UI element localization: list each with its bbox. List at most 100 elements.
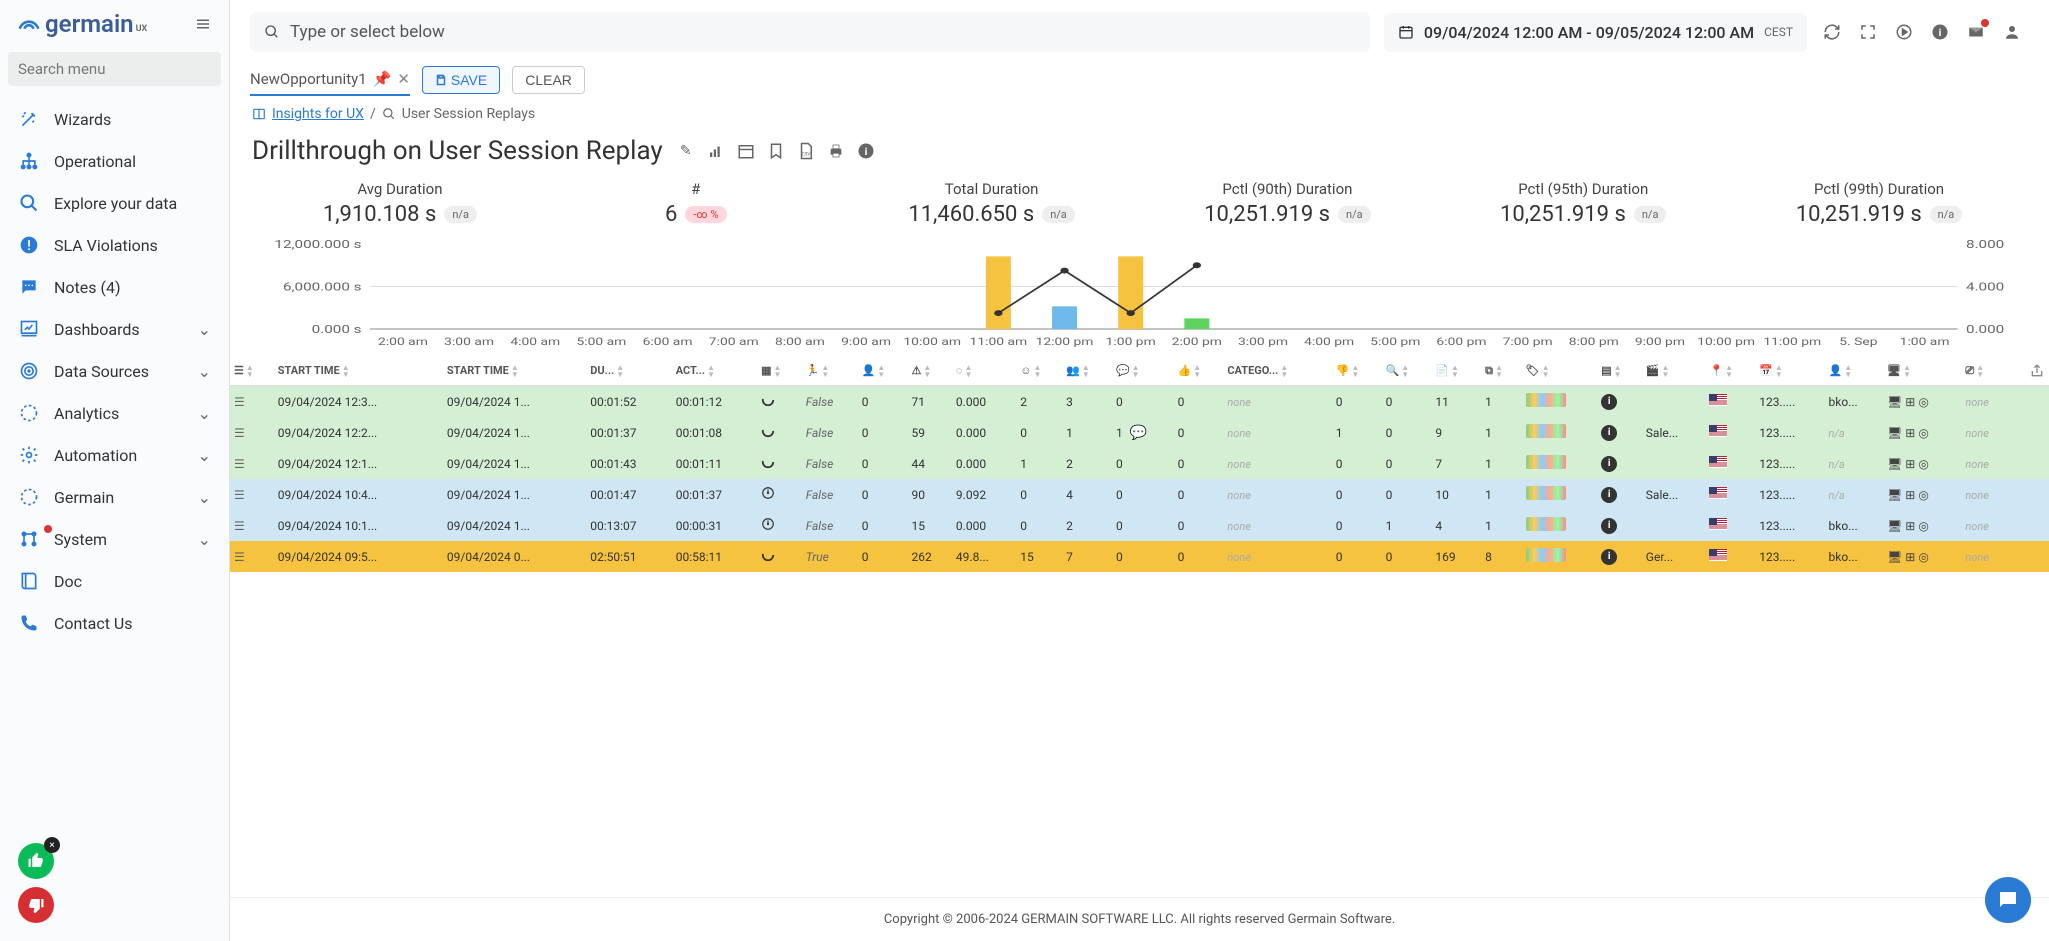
col-person[interactable]: 👤▲▼: [858, 357, 908, 386]
sort-icon[interactable]: ▲▼: [1401, 364, 1409, 378]
col-dev[interactable]: ⎚▲▼: [1961, 357, 2011, 386]
sort-icon[interactable]: ▲▼: [1775, 364, 1783, 378]
nav-item-germain[interactable]: Germain⌄: [0, 476, 229, 518]
nav-item-system[interactable]: System⌄: [0, 518, 229, 560]
sort-icon[interactable]: ▲▼: [1352, 364, 1360, 378]
col-face[interactable]: ☺▲▼: [1016, 357, 1062, 386]
inbox-icon[interactable]: [1965, 21, 1987, 43]
tab-newopportunity1[interactable]: NewOpportunity1 📌 ✕: [250, 64, 410, 96]
bars-icon[interactable]: [707, 142, 725, 160]
col-file[interactable]: 📄▲▼: [1431, 357, 1481, 386]
sort-icon[interactable]: ▲▼: [1193, 364, 1201, 378]
col-server[interactable]: ▦▲▼: [757, 357, 802, 386]
sort-icon[interactable]: ▲▼: [707, 364, 715, 378]
nav-item-doc[interactable]: Doc: [0, 560, 229, 602]
col-start-time[interactable]: START TIME▲▼: [274, 357, 443, 386]
col-thumb[interactable]: 👍▲▼: [1174, 357, 1224, 386]
sort-icon[interactable]: ▲▼: [774, 364, 782, 378]
col-tag[interactable]: 🏷▲▼: [1522, 357, 1598, 386]
col-menu[interactable]: ☰▲▼: [230, 357, 274, 386]
sort-icon[interactable]: ▲▼: [1662, 364, 1670, 378]
col-duration[interactable]: DU...▲▼: [586, 357, 671, 386]
col-person2[interactable]: 👥▲▼: [1062, 357, 1112, 386]
col-monitor[interactable]: 🖥▲▼: [1883, 357, 1961, 386]
search-menu-input[interactable]: Search menu: [8, 52, 221, 86]
sort-icon[interactable]: ▲▼: [511, 364, 519, 378]
col-spinner[interactable]: ◌▲▼: [952, 357, 1016, 386]
sort-icon[interactable]: ▲▼: [1976, 364, 1984, 378]
col-run[interactable]: 🏃▲▼: [802, 357, 858, 386]
col-search[interactable]: 🔍▲▼: [1382, 357, 1432, 386]
csv-icon[interactable]: CSV: [797, 142, 815, 160]
nav-item-dashboards[interactable]: Dashboards⌄: [0, 308, 229, 350]
bookmark-icon[interactable]: [767, 142, 785, 160]
date-range-picker[interactable]: 09/04/2024 12:00 AM - 09/05/2024 12:00 A…: [1384, 13, 1807, 52]
logo[interactable]: germain UX: [15, 10, 147, 38]
sort-icon[interactable]: ▲▼: [1451, 364, 1459, 378]
sort-icon[interactable]: ▲▼: [821, 364, 829, 378]
info-title-icon[interactable]: i: [857, 142, 875, 160]
sort-icon[interactable]: ▲▼: [923, 364, 931, 378]
table-row[interactable]: ☰09/04/2024 12:3...09/04/2024 1...00:01:…: [230, 386, 2049, 418]
col-export[interactable]: [2011, 357, 2049, 386]
info-icon[interactable]: i: [1929, 21, 1951, 43]
sort-icon[interactable]: ▲▼: [1280, 364, 1288, 378]
clear-button[interactable]: CLEAR: [512, 66, 585, 94]
col-person3[interactable]: 👤▲▼: [1825, 357, 1883, 386]
sort-icon[interactable]: ▲▼: [1725, 364, 1733, 378]
breadcrumb-link[interactable]: Insights for UX: [272, 106, 364, 122]
col-server2[interactable]: ▤▲▼: [1597, 357, 1642, 386]
pin-icon[interactable]: 📌: [373, 70, 392, 88]
col-geo[interactable]: 📍▲▼: [1705, 357, 1755, 386]
table-row[interactable]: ☰09/04/2024 09:5...09/04/2024 0...02:50:…: [230, 541, 2049, 572]
save-button[interactable]: SAVE: [422, 66, 500, 94]
intercom-button[interactable]: [1985, 877, 2031, 923]
row-menu-icon[interactable]: ☰: [234, 519, 245, 533]
fullscreen-icon[interactable]: [1857, 21, 1879, 43]
col-copy[interactable]: ⧉▲▼: [1481, 357, 1522, 386]
nav-item-automation[interactable]: Automation⌄: [0, 434, 229, 476]
global-search-input[interactable]: Type or select below: [250, 12, 1370, 52]
table-row[interactable]: ☰09/04/2024 10:1...09/04/2024 1...00:13:…: [230, 510, 2049, 541]
nav-item-sla-violations[interactable]: SLA Violations: [0, 224, 229, 266]
sort-icon[interactable]: ▲▼: [1495, 364, 1503, 378]
sort-icon[interactable]: ▲▼: [342, 364, 350, 378]
col-cal[interactable]: 📅▲▼: [1755, 357, 1824, 386]
row-menu-icon[interactable]: ☰: [234, 395, 245, 409]
sort-icon[interactable]: ▲▼: [1034, 364, 1042, 378]
thumbs-down-button[interactable]: [18, 887, 54, 923]
col-start-time-2[interactable]: START TIME▲▼: [443, 357, 586, 386]
play-icon[interactable]: [1893, 21, 1915, 43]
sort-icon[interactable]: ▲▼: [616, 364, 624, 378]
col-active[interactable]: ACT...▲▼: [672, 357, 757, 386]
sort-icon[interactable]: ▲▼: [1844, 364, 1852, 378]
nav-item-explore-your-data[interactable]: Explore your data: [0, 182, 229, 224]
col-film[interactable]: 🎬▲▼: [1642, 357, 1706, 386]
sort-icon[interactable]: ▲▼: [1082, 364, 1090, 378]
nav-item-notes-[interactable]: Notes (4): [0, 266, 229, 308]
hamburger-icon[interactable]: [192, 13, 214, 35]
row-menu-icon[interactable]: ☰: [234, 488, 245, 502]
sort-icon[interactable]: ▲▼: [246, 364, 254, 378]
nav-item-analytics[interactable]: Analytics⌄: [0, 392, 229, 434]
nav-item-data-sources[interactable]: Data Sources⌄: [0, 350, 229, 392]
col-chat[interactable]: 💬▲▼: [1112, 357, 1174, 386]
row-menu-icon[interactable]: ☰: [234, 457, 245, 471]
sort-icon[interactable]: ▲▼: [1903, 364, 1911, 378]
print-icon[interactable]: [827, 142, 845, 160]
refresh-icon[interactable]: [1821, 21, 1843, 43]
table-row[interactable]: ☰09/04/2024 12:2...09/04/2024 1...00:01:…: [230, 417, 2049, 448]
row-menu-icon[interactable]: ☰: [234, 426, 245, 440]
edit-icon[interactable]: ✎: [677, 142, 695, 160]
close-feedback-icon[interactable]: ×: [44, 837, 60, 853]
nav-item-operational[interactable]: Operational: [0, 140, 229, 182]
col-warn[interactable]: ⚠▲▼: [907, 357, 951, 386]
user-icon[interactable]: [2001, 21, 2023, 43]
col-thumbd[interactable]: 👎▲▼: [1332, 357, 1382, 386]
sort-icon[interactable]: ▲▼: [1542, 364, 1550, 378]
table-row[interactable]: ☰09/04/2024 10:4...09/04/2024 1...00:01:…: [230, 479, 2049, 510]
sort-icon[interactable]: ▲▼: [964, 364, 972, 378]
col-category[interactable]: CATEGO...▲▼: [1223, 357, 1331, 386]
close-tab-icon[interactable]: ✕: [397, 70, 410, 88]
row-menu-icon[interactable]: ☰: [234, 550, 245, 564]
